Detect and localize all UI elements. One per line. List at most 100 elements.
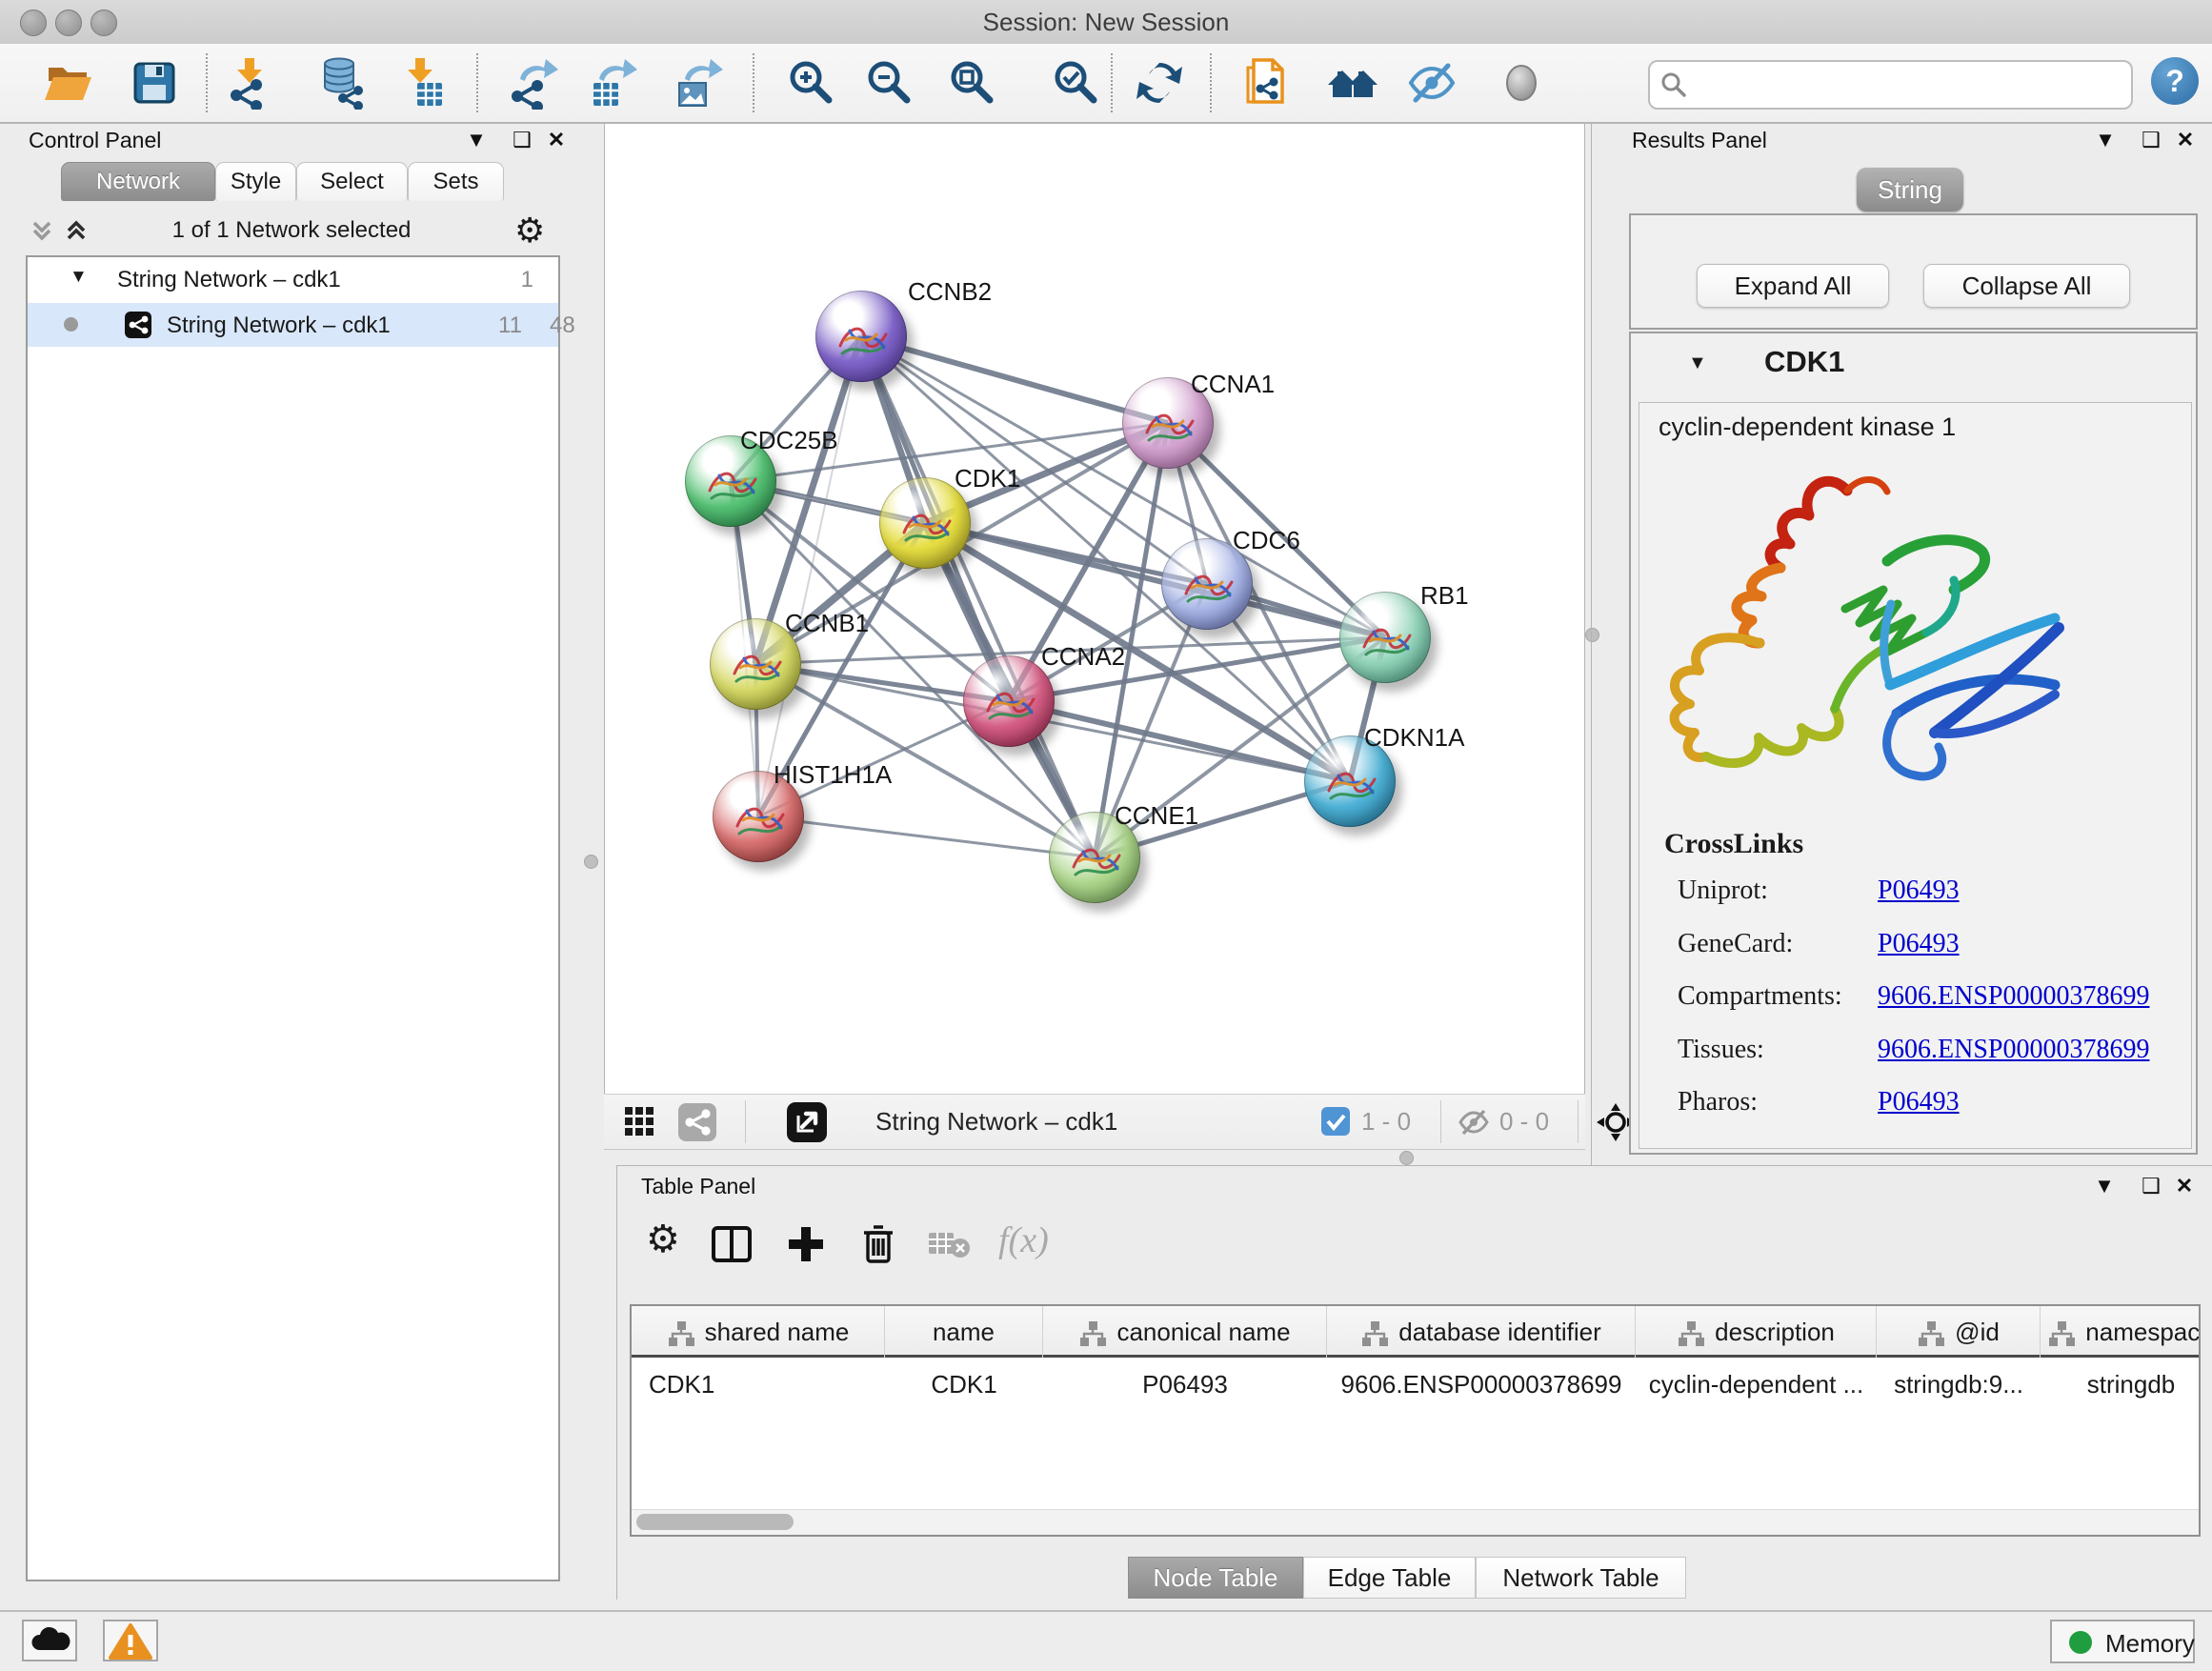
zoom-in-icon[interactable] — [783, 56, 836, 110]
results-panel-dock-icon[interactable]: ▼ — [2091, 126, 2120, 154]
export-table-icon[interactable] — [586, 56, 639, 110]
column-header-shared-name[interactable]: shared name — [632, 1306, 885, 1358]
export-network-icon[interactable] — [507, 56, 560, 110]
column-header-database-identifier[interactable]: database identifier — [1327, 1306, 1636, 1358]
crosslink-link[interactable]: 9606.ENSP00000378699 — [1878, 1035, 2149, 1065]
table-cell[interactable]: stringdb:9... — [1877, 1360, 2041, 1408]
window-title: Session: New Session — [0, 0, 2212, 44]
gene-expander-icon[interactable]: ▼ — [1688, 352, 1707, 374]
column-header-namespace[interactable]: namespace — [2041, 1306, 2201, 1358]
table-horizontal-scrollbar[interactable] — [632, 1509, 2199, 1535]
column-header-canonical-name[interactable]: canonical name — [1043, 1306, 1327, 1358]
gene-subpanel: cyclin-dependent kinase 1 — [1639, 402, 2192, 1149]
hide-selection-icon[interactable] — [1405, 56, 1458, 110]
table-options-gear-icon[interactable]: ⚙ — [646, 1218, 680, 1261]
results-panel-float-icon[interactable]: ❑ — [2137, 126, 2165, 154]
help-button[interactable]: ? — [2151, 57, 2199, 105]
delete-table-icon[interactable] — [927, 1229, 971, 1259]
string-view-icon[interactable] — [678, 1103, 716, 1141]
crosslink-link[interactable]: P06493 — [1878, 1087, 1960, 1117]
grid-view-icon[interactable] — [623, 1105, 657, 1139]
add-column-icon[interactable] — [785, 1223, 827, 1265]
network-node-ccnb2[interactable] — [815, 291, 907, 382]
string-home-icon[interactable] — [1326, 56, 1379, 110]
zoom-out-icon[interactable] — [861, 56, 915, 110]
crosslink-link[interactable]: 9606.ENSP00000378699 — [1878, 981, 2149, 1012]
network-bullet-icon — [64, 317, 78, 332]
column-header--id[interactable]: @id — [1877, 1306, 2041, 1358]
node-label: CCNA1 — [1191, 370, 1275, 399]
table-cell[interactable]: P06493 — [1043, 1360, 1327, 1408]
network-edge[interactable] — [861, 336, 1095, 857]
network-edge[interactable] — [758, 816, 1095, 857]
search-input[interactable] — [1648, 60, 2133, 110]
network-selection-status-row: 1 of 1 Network selected ⚙ — [0, 210, 583, 253]
column-header-name[interactable]: name — [885, 1306, 1043, 1358]
show-all-icon[interactable] — [1495, 56, 1548, 110]
table-panel-close-icon[interactable]: ✕ — [2170, 1172, 2199, 1200]
network-options-gear-icon[interactable]: ⚙ — [514, 211, 545, 251]
expand-all-button[interactable]: Expand All — [1697, 264, 1889, 308]
open-session-icon[interactable] — [41, 56, 94, 110]
table-cell[interactable]: 9606.ENSP00000378699 — [1327, 1360, 1636, 1408]
update-icon[interactable] — [1133, 56, 1186, 110]
crosslink-label: Uniprot: — [1678, 876, 1768, 906]
selected-checkbox-icon[interactable] — [1321, 1107, 1350, 1136]
memory-button[interactable]: Memory — [2050, 1620, 2195, 1663]
import-network-database-icon[interactable] — [317, 56, 371, 110]
network-node-count: 11 — [498, 312, 522, 339]
control-panel-close-icon[interactable]: ✕ — [542, 126, 571, 154]
network-column-icon — [1917, 1319, 1945, 1348]
tab-sets[interactable]: Sets — [408, 162, 504, 201]
scrollbar-thumb[interactable] — [636, 1514, 794, 1530]
zoom-selected-icon[interactable] — [1048, 56, 1101, 110]
network-canvas[interactable]: CCNB2 CCNA1 CDC25B CDK1 CDC6 — [604, 124, 1585, 1094]
network-collection-row[interactable]: ▼ String Network – cdk1 1 — [28, 259, 558, 303]
function-builder-icon[interactable]: f(x) — [998, 1219, 1049, 1261]
network-edge[interactable] — [758, 336, 861, 816]
network-row[interactable]: String Network – cdk1 11 48 — [28, 303, 558, 347]
zoom-fit-icon[interactable] — [944, 56, 997, 110]
export-image-icon[interactable] — [672, 56, 725, 110]
string-document-icon[interactable] — [1238, 56, 1292, 110]
collapse-all-button[interactable]: Collapse All — [1923, 264, 2130, 308]
delete-column-icon[interactable] — [860, 1221, 896, 1265]
node-label: CCNB2 — [908, 277, 992, 307]
network-node-rb1[interactable] — [1339, 592, 1431, 683]
table-cell[interactable]: CDK1 — [632, 1360, 885, 1408]
crosslinks-heading: CrossLinks — [1664, 828, 1803, 860]
import-network-file-icon[interactable] — [224, 56, 277, 110]
table-panel-dock-icon[interactable]: ▼ — [2090, 1172, 2119, 1200]
show-columns-icon[interactable] — [711, 1225, 753, 1263]
crosslink-label: Tissues: — [1678, 1035, 1764, 1065]
control-panel-float-icon[interactable]: ❑ — [508, 126, 536, 154]
horizontal-splitter-handle[interactable] — [1399, 1151, 1414, 1165]
tab-network-table[interactable]: Network Table — [1476, 1557, 1686, 1599]
save-session-icon[interactable] — [128, 56, 181, 110]
column-header-description[interactable]: description — [1636, 1306, 1877, 1358]
tab-network[interactable]: Network — [61, 162, 215, 201]
import-table-file-icon[interactable] — [396, 56, 450, 110]
tab-node-table[interactable]: Node Table — [1128, 1557, 1303, 1599]
cloud-button[interactable] — [22, 1620, 77, 1661]
control-panel-dock-icon[interactable]: ▼ — [462, 126, 491, 154]
crosslink-link[interactable]: P06493 — [1878, 929, 1960, 959]
warning-button[interactable] — [103, 1620, 158, 1661]
tab-select[interactable]: Select — [296, 162, 408, 201]
collection-expander-icon[interactable]: ▼ — [70, 267, 88, 288]
table-panel-float-icon[interactable]: ❑ — [2137, 1172, 2165, 1200]
crosslink-link[interactable]: P06493 — [1878, 876, 1960, 906]
results-panel-close-icon[interactable]: ✕ — [2171, 126, 2200, 154]
toolbar-separator — [753, 53, 754, 112]
left-splitter-handle[interactable] — [584, 855, 598, 869]
search-icon — [1659, 70, 1688, 99]
tab-style[interactable]: Style — [215, 162, 296, 201]
network-edge[interactable] — [925, 523, 1385, 637]
table-cell[interactable]: cyclin-dependent ... — [1636, 1360, 1877, 1408]
tab-edge-table[interactable]: Edge Table — [1303, 1557, 1476, 1599]
table-cell[interactable]: stringdb — [2041, 1360, 2201, 1408]
table-cell[interactable]: CDK1 — [885, 1360, 1043, 1408]
tab-string[interactable]: String — [1857, 168, 1963, 211]
open-in-window-icon[interactable] — [787, 1102, 827, 1142]
collection-name: String Network – cdk1 — [117, 267, 341, 293]
